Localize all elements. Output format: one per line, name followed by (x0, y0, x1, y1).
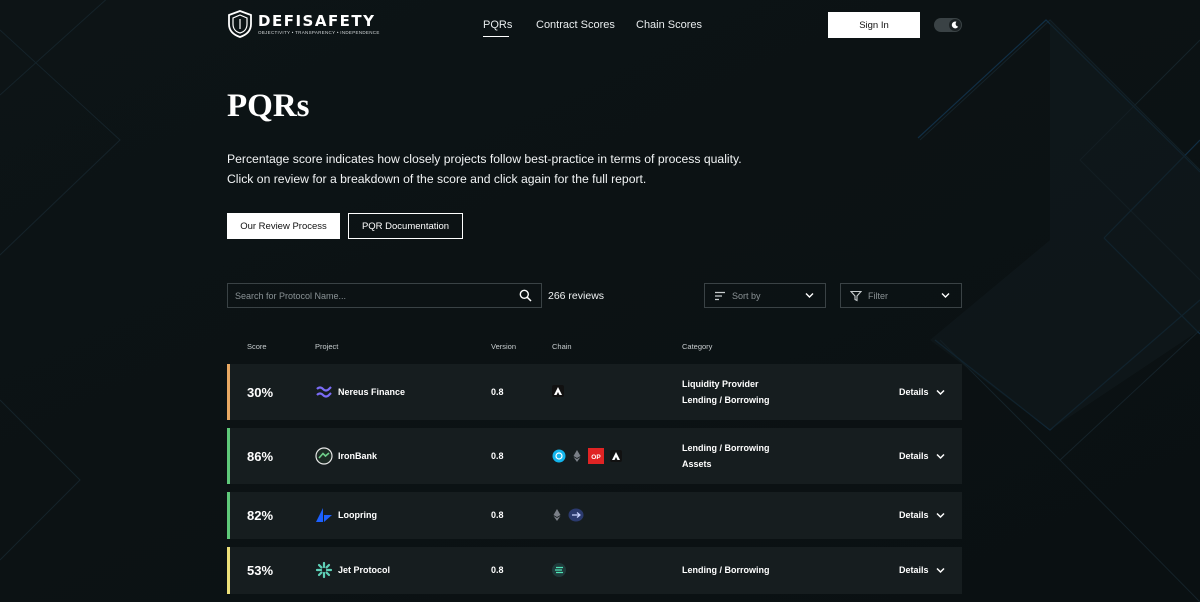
avalanche-icon (552, 385, 564, 397)
table-row[interactable]: 82% Loopring 0.8 Details (227, 492, 962, 539)
table-row[interactable]: 30% Nereus Finance 0.8 Liquidity Provide… (227, 364, 962, 420)
category-cell: Lending / Borrowing (682, 563, 770, 579)
solana-icon (552, 563, 566, 577)
chain-list (552, 385, 570, 397)
details-toggle[interactable]: Details (899, 387, 945, 397)
chain-list: OP (552, 448, 628, 464)
header-version[interactable]: Version (491, 342, 516, 351)
score-value: 53% (247, 563, 274, 578)
category-label: Assets (682, 458, 712, 469)
category-label: Lending / Borrowing (682, 394, 770, 405)
our-review-process-button[interactable]: Our Review Process (227, 213, 340, 239)
search-box (227, 283, 542, 308)
project-cell: Loopring (315, 506, 377, 524)
nereus-icon (315, 383, 333, 401)
ironbank-icon (315, 447, 333, 465)
chain-list (552, 508, 590, 522)
header-chain[interactable]: Chain (552, 342, 572, 351)
chain-list (552, 563, 572, 577)
filter-label: Filter (868, 291, 888, 301)
jet-protocol-icon (315, 561, 333, 579)
main-nav: PQRs Contract Scores Chain Scores Sign I… (227, 10, 962, 40)
project-name: IronBank (338, 451, 378, 461)
theme-toggle[interactable] (934, 18, 962, 32)
table-row[interactable]: 53% Jet Protocol 0.8 Lending / Borrowing (227, 547, 962, 594)
details-toggle[interactable]: Details (899, 565, 945, 575)
ethereum-icon (552, 508, 562, 522)
details-label: Details (899, 387, 929, 397)
sort-select[interactable]: Sort by (704, 283, 826, 308)
sign-in-button[interactable]: Sign In (828, 12, 920, 38)
details-label: Details (899, 451, 929, 461)
project-name: Loopring (338, 510, 377, 520)
chevron-down-icon (941, 293, 950, 298)
filter-icon (850, 290, 862, 302)
sort-label: Sort by (732, 291, 761, 301)
details-toggle[interactable]: Details (899, 510, 945, 520)
optimism-icon: OP (588, 448, 604, 464)
nav-chain-scores[interactable]: Chain Scores (636, 19, 702, 31)
pqr-documentation-button[interactable]: PQR Documentation (348, 213, 463, 239)
review-count: 266 reviews (548, 290, 605, 302)
category-label: Liquidity Provider (682, 379, 759, 389)
project-name: Nereus Finance (338, 387, 406, 397)
chevron-down-icon (805, 293, 814, 298)
project-cell: Jet Protocol (315, 561, 390, 579)
ethereum-icon (572, 449, 582, 463)
sort-icon (715, 291, 725, 301)
filter-select[interactable]: Filter (840, 283, 962, 308)
details-toggle[interactable]: Details (899, 451, 945, 461)
search-icon[interactable] (519, 289, 532, 302)
nav-contract-scores[interactable]: Contract Scores (536, 19, 615, 31)
category-label: Lending / Borrowing (682, 443, 770, 453)
moon-icon (949, 19, 961, 31)
table-row[interactable]: 86% IronBank 0.8 OP Lending / Borrowing (227, 428, 962, 484)
category-cell: Liquidity Provider Lending / Borrowing (682, 377, 770, 408)
header-category[interactable]: Category (682, 342, 712, 351)
score-indicator-bar (227, 364, 230, 420)
score-value: 30% (247, 385, 274, 400)
search-input[interactable] (228, 284, 513, 307)
chevron-down-icon (935, 512, 945, 518)
category-label: Lending / Borrowing (682, 565, 770, 575)
score-indicator-bar (227, 492, 230, 539)
page-description: Percentage score indicates how closely p… (227, 152, 742, 186)
nav-active-underline (483, 36, 509, 37)
score-value: 82% (247, 508, 274, 523)
header-project[interactable]: Project (315, 342, 338, 351)
details-label: Details (899, 565, 929, 575)
version-value: 0.8 (491, 387, 504, 397)
category-cell: Lending / Borrowing Assets (682, 441, 770, 472)
chevron-down-icon (935, 389, 945, 395)
score-value: 86% (247, 449, 274, 464)
project-cell: IronBank (315, 447, 377, 465)
avalanche-icon (610, 450, 622, 462)
svg-text:OP: OP (591, 454, 601, 461)
loopring-chain-icon (568, 508, 584, 522)
loopring-icon (315, 506, 333, 524)
score-indicator-bar (227, 547, 230, 594)
score-indicator-bar (227, 428, 230, 484)
header-score[interactable]: Score (247, 342, 267, 351)
chevron-down-icon (935, 567, 945, 573)
page-title: PQRs (227, 88, 310, 124)
fantom-icon (552, 449, 566, 463)
project-name: Jet Protocol (338, 565, 391, 575)
version-value: 0.8 (491, 565, 504, 575)
project-cell: Nereus Finance (315, 383, 405, 401)
chevron-down-icon (935, 453, 945, 459)
version-value: 0.8 (491, 510, 504, 520)
header: DEFISAFETY OBJECTIVITY • TRANSPARENCY • … (227, 10, 962, 40)
version-value: 0.8 (491, 451, 504, 461)
nav-pqrs[interactable]: PQRs (483, 19, 512, 31)
details-label: Details (899, 510, 929, 520)
